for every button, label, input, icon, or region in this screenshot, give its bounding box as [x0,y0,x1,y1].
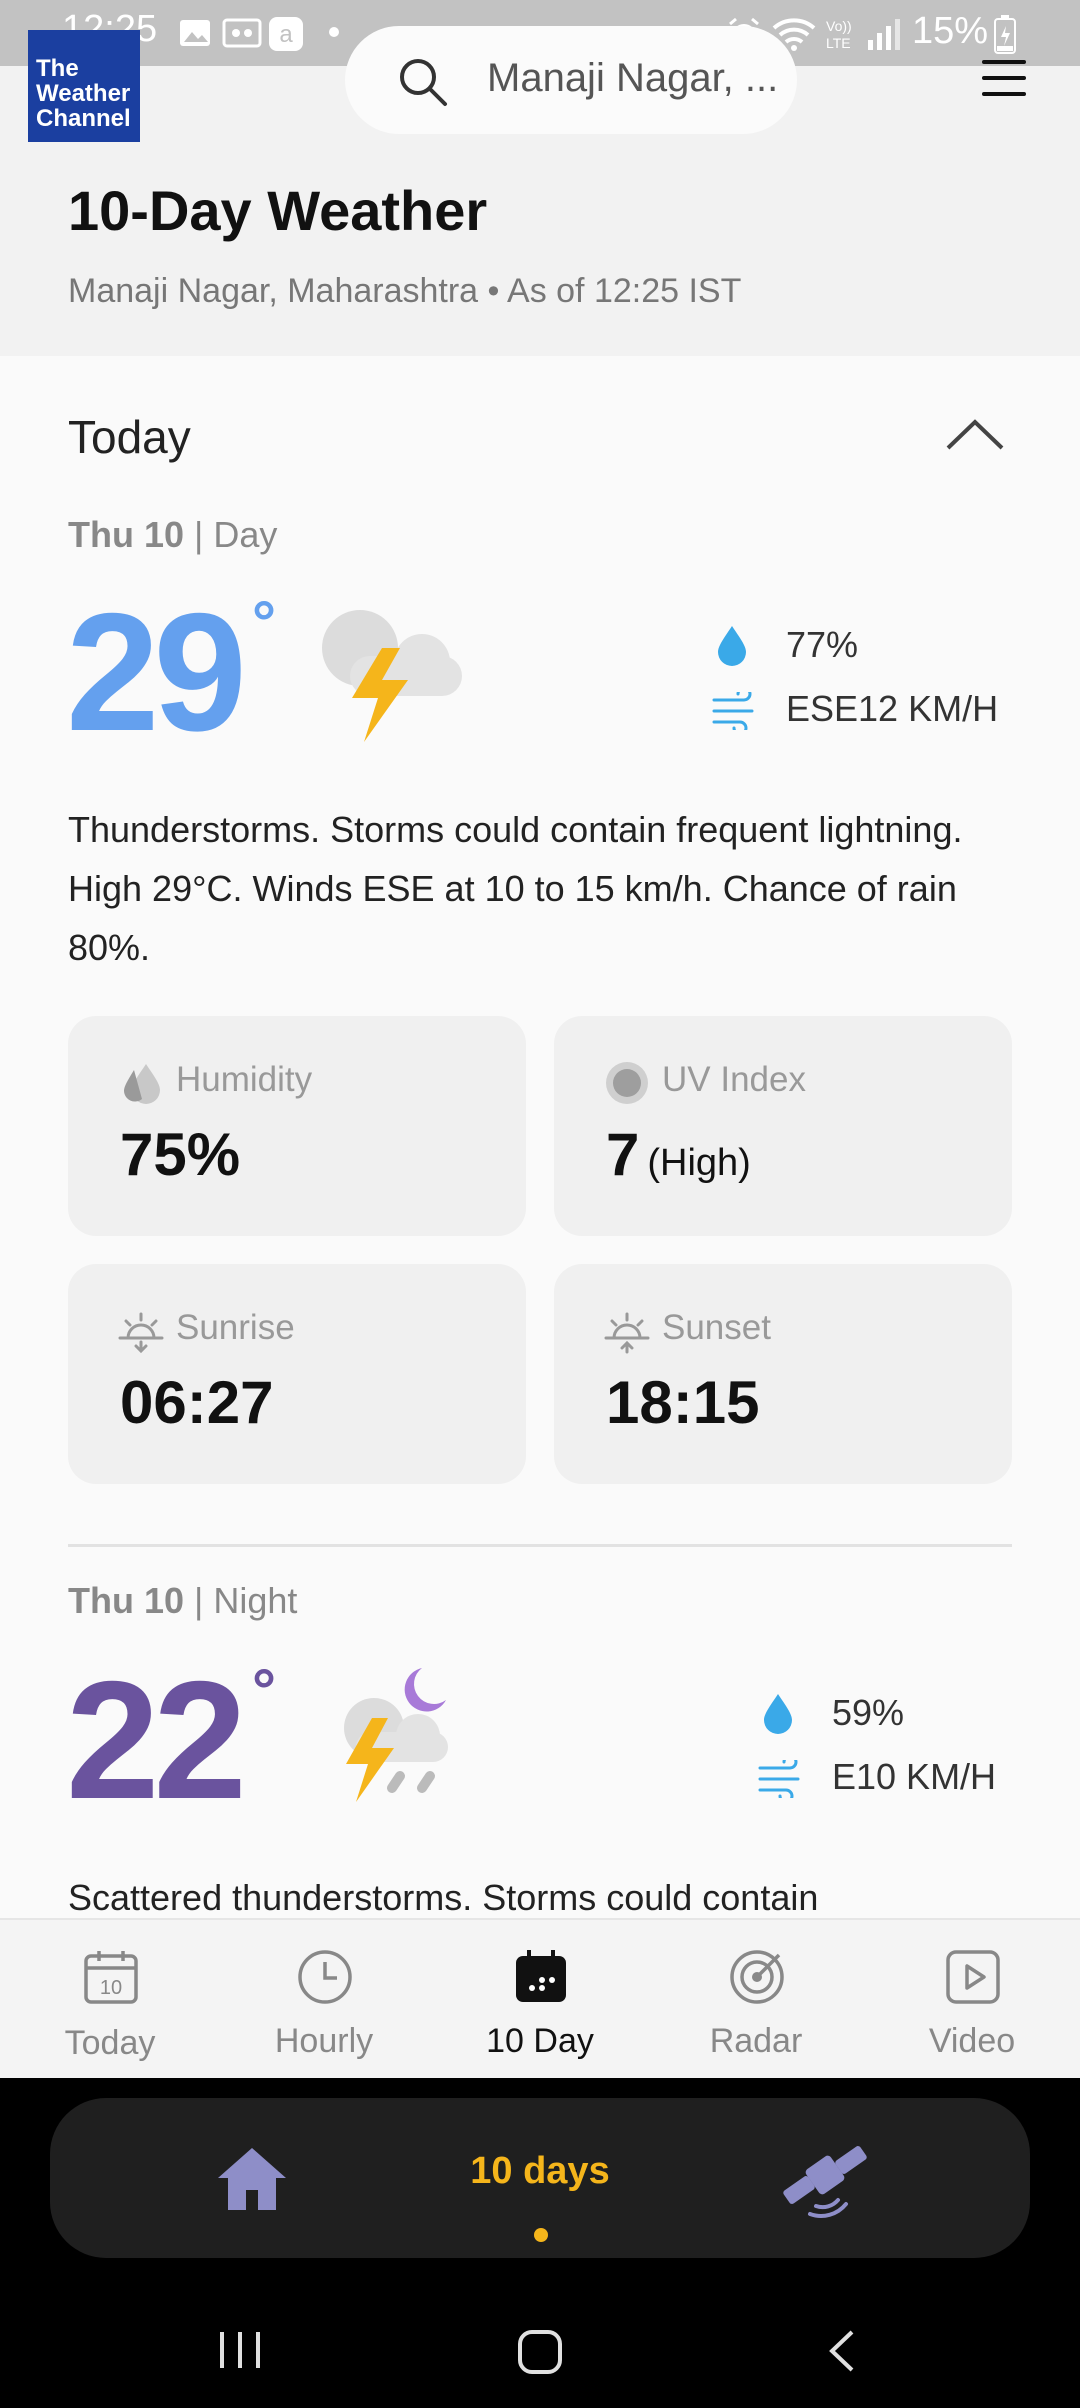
home-icon[interactable] [216,2144,288,2212]
night-thunderstorm-rain-icon [344,1668,448,1802]
sunrise-label: Sunrise [176,1308,295,1347]
tab-hourly[interactable]: Hourly [216,1920,432,2080]
dot-icon [329,27,339,37]
home-system-button[interactable] [516,2328,564,2376]
floating-nav-pill: 10 days [50,2098,1030,2258]
tab-today[interactable]: 10 Today [2,1920,218,2080]
volte-icon: Vo))LTE [826,18,852,51]
uv-index-icon [606,1062,648,1104]
humidity-label: Humidity [176,1060,313,1099]
section-today-label: Today [68,411,191,463]
day-description: Thunderstorms. Storms could contain freq… [68,809,963,968]
battery-charging-icon [994,15,1016,54]
day-date: Thu 10 [68,514,185,555]
svg-text:LTE: LTE [826,35,851,51]
active-indicator-dot [534,2228,548,2242]
calendar-dots-icon [516,1950,566,2002]
radar-icon [730,1950,784,2004]
tab-10-day-label: 10 Day [486,2022,594,2060]
clock-icon [298,1950,352,2004]
calendar-10-icon: 10 [84,1951,138,2004]
recent-apps-button[interactable] [216,2328,264,2372]
svg-text:a: a [279,21,293,48]
thunderstorm-cloud-icon [322,610,462,742]
section-divider [68,1544,1012,1547]
tab-radar[interactable]: Radar [648,1920,864,2080]
weather-channel-logo[interactable]: The Weather Channel [28,30,140,142]
svg-text:10: 10 [100,1977,122,1999]
sunrise-value: 06:27 [120,1369,274,1436]
day-period: | Day [194,514,278,555]
location-search-bar[interactable]: Manaji Nagar, ... [345,26,797,134]
sunset-label: Sunset [662,1308,771,1347]
tab-10-day[interactable]: 10 Day [432,1920,648,2080]
humidity-value: 75% [120,1121,241,1188]
uv-index-label: UV Index [662,1060,806,1099]
uv-index-level: (High) [647,1142,751,1184]
night-precipitation-drop-icon [764,1694,792,1734]
signal-icon [868,19,900,50]
sunset-icon [604,1312,650,1354]
back-button[interactable] [826,2328,858,2374]
humidity-drops-icon [124,1064,160,1104]
day-wind-value: ESE12 KM/H [786,688,999,729]
night-temperature: 22 [66,1646,247,1834]
precipitation-drop-icon [718,626,746,666]
battery-percent: 15% [912,10,989,52]
chevron-up-icon[interactable] [944,414,1006,454]
bottom-tab-bar: 10 Today Hourly 10 Day Radar Video [0,1918,1080,2078]
sunset-value: 18:15 [606,1369,760,1436]
search-icon [400,59,447,106]
humidity-tile: Humidity 75% [68,1016,526,1236]
tab-hourly-label: Hourly [274,2022,374,2060]
satellite-icon[interactable] [780,2136,870,2220]
night-degree-symbol: ° [252,1657,276,1724]
sunset-tile: Sunset 18:15 [554,1264,1012,1484]
gallery-icon [180,20,210,46]
night-period-label: Thu 10 | Night [68,1580,297,1622]
page-subtitle: Manaji Nagar, Maharashtra • As of 12:25 … [68,272,742,310]
tab-video[interactable]: Video [864,1920,1080,2080]
search-location-text: Manaji Nagar, ... [487,56,779,100]
night-period: | Night [194,1580,298,1621]
svg-text:Vo)): Vo)) [826,18,852,34]
uv-index-value: 7 (High) [606,1120,751,1189]
calendar-status-icon [222,18,262,48]
tab-video-label: Video [928,2022,1016,2060]
sunrise-icon [118,1312,164,1354]
sunrise-tile: Sunrise 06:27 [68,1264,526,1484]
day-period-label: Thu 10 | Day [68,514,277,556]
wind-icon [712,692,754,730]
dark-navigation-area: 10 days [0,2078,1080,2408]
header-area: The Weather Channel Manaji Nagar, ... 10… [0,26,1080,356]
page-title: 10-Day Weather [68,179,488,242]
night-date: Thu 10 [68,1580,185,1621]
night-wind-icon [758,1760,800,1798]
play-icon [946,1950,1000,2004]
uv-index-number: 7 [606,1121,640,1188]
tab-radar-label: Radar [709,2022,803,2060]
nav-10-days-button[interactable]: 10 days [410,2150,670,2193]
night-wind-value: E10 KM/H [832,1756,997,1797]
uv-index-tile: UV Index 7 (High) [554,1016,1012,1236]
amazon-icon: a [269,17,303,51]
day-degree-symbol: ° [252,589,276,656]
day-temperature: 29 [66,578,247,766]
day-precip-value: 77% [786,624,859,665]
menu-button[interactable] [982,60,1030,100]
night-precip-value: 59% [832,1692,905,1733]
tab-today-label: Today [64,2024,156,2062]
